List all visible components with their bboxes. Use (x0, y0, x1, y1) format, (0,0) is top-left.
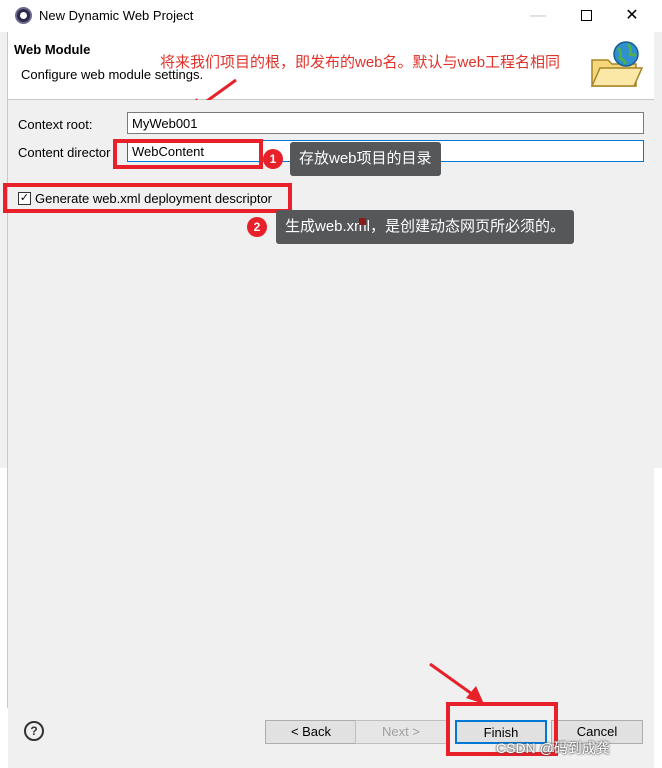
page-title: Web Module (14, 42, 91, 57)
wizard-header: Web Module Configure web module settings… (8, 32, 654, 100)
eclipse-icon (15, 7, 32, 24)
context-root-input[interactable] (127, 112, 644, 134)
next-button[interactable]: Next > (355, 720, 447, 744)
window-titlebar: New Dynamic Web Project — ✕ (0, 0, 662, 32)
callout-badge-1: 1 (263, 149, 283, 169)
annotation-arrow-2 (429, 662, 484, 704)
context-root-annotation: 将来我们项目的根，即发布的web名。默认与web工程名相同 (160, 54, 561, 71)
background-window-edge-lower (0, 468, 8, 708)
generate-webxml-highlight (3, 183, 292, 213)
close-button[interactable]: ✕ (612, 4, 652, 28)
help-button[interactable]: ? (24, 721, 44, 741)
folder-globe-icon (590, 41, 644, 87)
marker-dot (359, 218, 366, 225)
back-button[interactable]: < Back (265, 720, 357, 744)
callout-badge-2: 2 (247, 217, 267, 237)
window-title: New Dynamic Web Project (39, 8, 194, 23)
watermark: CSDN @码到成龚 (496, 740, 610, 756)
context-root-label: Context root: (18, 117, 93, 132)
minimize-button[interactable]: — (518, 4, 558, 28)
callout-tooltip-1: 存放web项目的目录 (290, 142, 441, 176)
maximize-button[interactable] (566, 4, 606, 28)
content-directory-label: Content director : (18, 145, 118, 160)
background-window-edge-right (654, 32, 662, 468)
content-directory-highlight (113, 139, 263, 169)
callout-tooltip-2: 生成web.xml，是创建动态网页所必须的。 (276, 210, 575, 244)
maximize-icon (580, 10, 592, 21)
background-window-edge (0, 32, 8, 468)
